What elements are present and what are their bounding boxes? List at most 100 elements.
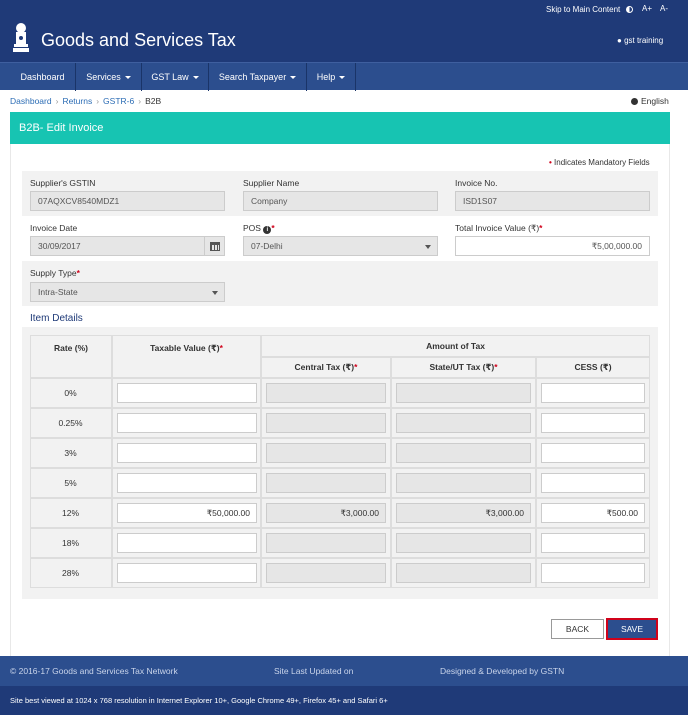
cess-input[interactable]	[541, 383, 645, 403]
header-rate: Rate (%)	[30, 335, 112, 378]
nav-dashboard[interactable]: Dashboard	[10, 63, 76, 91]
page-title: B2B- Edit Invoice	[10, 112, 670, 144]
language-label: English	[641, 96, 669, 106]
cess-input[interactable]	[541, 443, 645, 463]
breadcrumb-separator: ›	[96, 96, 100, 106]
supply-type-value: Intra-State	[38, 287, 78, 297]
skip-to-main-link[interactable]: Skip to Main Content	[546, 5, 620, 14]
supplier-gstin-field: 07AQXCV8540MDZ1	[30, 191, 225, 211]
total-invoice-label-text: Total Invoice Value (₹)	[455, 223, 540, 233]
footer-copyright: © 2016-17 Goods and Services Tax Network	[10, 666, 178, 676]
rate-value: 28%	[61, 568, 79, 578]
header-cess: CESS (₹)	[536, 357, 650, 378]
pos-select-value: 07-Delhi	[251, 241, 283, 251]
invoice-no-field: ISD1S07	[455, 191, 650, 211]
rate-value: 12%	[61, 508, 79, 518]
cess-input[interactable]: ₹500.00	[541, 503, 645, 523]
font-increase-button[interactable]: A+	[642, 4, 652, 13]
central-tax-input	[266, 383, 386, 403]
cess-input[interactable]	[541, 473, 645, 493]
taxable-value-input[interactable]	[117, 413, 257, 433]
taxable-value-input[interactable]	[117, 383, 257, 403]
cess-input[interactable]	[541, 533, 645, 553]
nav-dashboard-label: Dashboard	[20, 72, 65, 82]
chevron-down-icon	[339, 76, 346, 80]
nav-help[interactable]: Help	[307, 63, 356, 91]
rate-value: 5%	[64, 478, 77, 488]
item-details-title: Item Details	[30, 313, 83, 324]
total-invoice-label: Total Invoice Value (₹)*	[455, 223, 542, 234]
language-selector[interactable]: English	[631, 96, 669, 106]
header-amount-of-tax: Amount of Tax	[261, 335, 650, 357]
required-marker: *	[539, 223, 543, 233]
contrast-icon[interactable]	[626, 6, 633, 13]
central-tax-input	[266, 563, 386, 583]
save-button[interactable]: SAVE	[606, 618, 658, 640]
emblem-icon	[13, 23, 29, 52]
breadcrumb-gstr6[interactable]: GSTR-6	[103, 96, 134, 106]
taxable-value-input[interactable]	[117, 443, 257, 463]
breadcrumb: Dashboard › Returns › GSTR-6 › B2B	[10, 96, 161, 106]
footer-last-updated: Site Last Updated on	[274, 666, 354, 676]
nav-gst-law[interactable]: GST Law	[142, 63, 209, 91]
state-ut-tax-input	[396, 473, 531, 493]
nav-gst-law-label: GST Law	[151, 72, 189, 82]
taxable-value-input[interactable]	[117, 473, 257, 493]
invoice-no-label: Invoice No.	[455, 178, 498, 188]
back-button[interactable]: BACK	[551, 619, 604, 639]
supply-type-label: Supply Type*	[30, 268, 80, 278]
taxable-value-input[interactable]	[117, 533, 257, 553]
state-ut-tax-input	[396, 563, 531, 583]
chevron-down-icon	[124, 76, 131, 80]
required-marker: *	[494, 362, 498, 372]
breadcrumb-returns[interactable]: Returns	[62, 96, 92, 106]
footer: © 2016-17 Goods and Services Tax Network…	[0, 656, 688, 686]
mandatory-note-text: Indicates Mandatory Fields	[554, 158, 650, 167]
user-menu[interactable]: ● gst training	[617, 36, 663, 45]
invoice-date-field: 30/09/2017	[30, 236, 205, 256]
state-ut-tax-input	[396, 443, 531, 463]
header-taxable-value: Taxable Value (₹)*	[112, 335, 261, 378]
breadcrumb-dashboard[interactable]: Dashboard	[10, 96, 52, 106]
rate-value: 3%	[64, 448, 77, 458]
site-title: Goods and Services Tax	[41, 30, 236, 50]
supplier-gstin-label: Supplier's GSTIN	[30, 178, 96, 188]
pos-label: POS i *	[243, 223, 275, 234]
breadcrumb-separator: ›	[138, 96, 142, 106]
taxable-value-input[interactable]: ₹50,000.00	[117, 503, 257, 523]
required-marker: *	[271, 223, 275, 233]
breadcrumb-separator: ›	[55, 96, 59, 106]
supply-type-label-text: Supply Type	[30, 268, 77, 278]
central-tax-input	[266, 473, 386, 493]
taxable-value-input[interactable]	[117, 563, 257, 583]
pos-label-text: POS	[243, 223, 261, 233]
header-central-tax: Central Tax (₹)*	[261, 357, 391, 378]
total-invoice-input[interactable]: ₹5,00,000.00	[455, 236, 650, 256]
calendar-button	[204, 236, 225, 256]
chevron-down-icon	[192, 76, 199, 80]
central-tax-input: ₹3,000.00	[266, 503, 386, 523]
main-nav: Dashboard Services GST Law Search Taxpay…	[0, 62, 688, 91]
chevron-down-icon	[212, 291, 218, 295]
state-ut-tax-input	[396, 533, 531, 553]
cess-input[interactable]	[541, 563, 645, 583]
header-state-ut-tax-text: State/UT Tax (₹)	[429, 362, 495, 372]
header-state-ut-tax: State/UT Tax (₹)*	[391, 357, 536, 378]
nav-search-taxpayer-label: Search Taxpayer	[218, 72, 287, 82]
supplier-name-label: Supplier Name	[243, 178, 300, 188]
nav-services-label: Services	[86, 72, 121, 82]
central-tax-input	[266, 443, 386, 463]
nav-search-taxpayer[interactable]: Search Taxpayer	[209, 63, 307, 91]
font-decrease-button[interactable]: A-	[660, 4, 668, 13]
required-marker: *	[354, 362, 358, 372]
footer-browser-note: Site best viewed at 1024 x 768 resolutio…	[0, 686, 688, 715]
header-central-tax-text: Central Tax (₹)	[294, 362, 355, 372]
top-header: Skip to Main Content A+ A- Goods and Ser…	[0, 0, 688, 62]
header-taxable-value-text: Taxable Value (₹)	[150, 343, 220, 353]
rate-value: 18%	[61, 538, 79, 548]
central-tax-input	[266, 413, 386, 433]
cess-input[interactable]	[541, 413, 645, 433]
user-name: gst training	[624, 36, 664, 45]
nav-help-label: Help	[316, 72, 336, 82]
nav-services[interactable]: Services	[76, 63, 142, 91]
